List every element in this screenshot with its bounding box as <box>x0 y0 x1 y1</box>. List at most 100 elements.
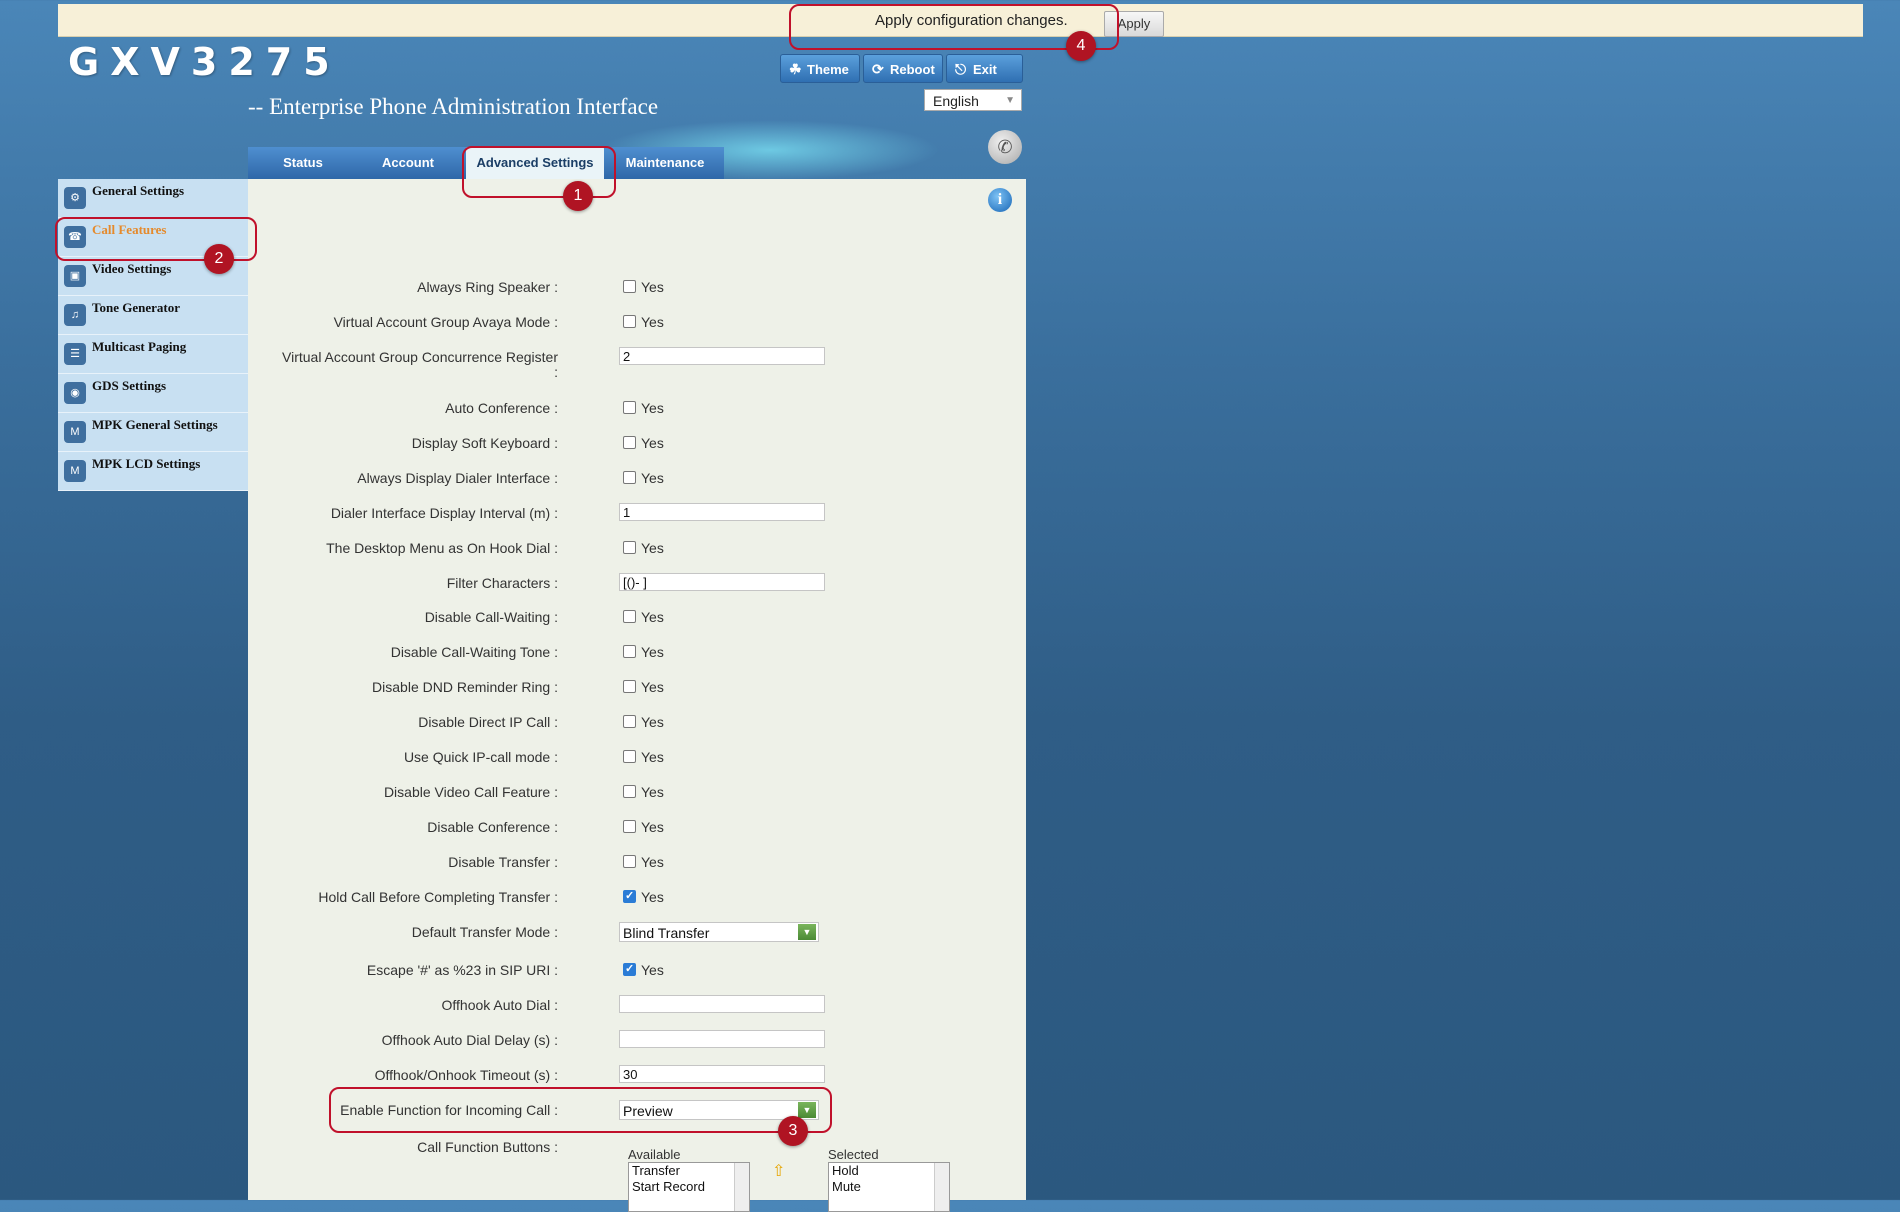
disable-direct-ip-call-checkbox[interactable] <box>623 715 636 728</box>
sidebar-item-label: Video Settings <box>92 261 172 276</box>
yes-label: Yes <box>641 470 664 486</box>
music-note-icon: ♫ <box>64 304 86 326</box>
yes-label: Yes <box>641 435 664 451</box>
field-label: The Desktop Menu as On Hook Dial : <box>326 540 558 556</box>
theme-button[interactable]: ☘ Theme <box>780 54 860 83</box>
reboot-label: Reboot <box>890 62 935 77</box>
avaya-mode-checkbox[interactable] <box>623 315 636 328</box>
disable-transfer-checkbox[interactable] <box>623 855 636 868</box>
row-hold-call-transfer: Hold Call Before Completing Transfer : Y… <box>248 889 1026 911</box>
row-disable-call-waiting: Disable Call-Waiting : Yes <box>248 609 1026 631</box>
language-select[interactable]: English ▼ <box>924 89 1022 111</box>
disable-call-waiting-checkbox[interactable] <box>623 610 636 623</box>
sidebar-item-label: MPK General Settings <box>92 417 218 432</box>
yes-label: Yes <box>641 540 664 556</box>
offhook-onhook-timeout-input[interactable]: 30 <box>619 1065 825 1083</box>
row-default-transfer-mode: Default Transfer Mode : Blind Transfer ▼ <box>248 922 1026 946</box>
scrollbar[interactable] <box>734 1163 749 1211</box>
callout-box-advanced-settings <box>462 146 616 198</box>
list-item[interactable]: Mute <box>829 1179 949 1195</box>
row-offhook-onhook-timeout: Offhook/Onhook Timeout (s) : 30 <box>248 1065 1026 1089</box>
callout-number-2: 2 <box>204 244 234 274</box>
tab-status[interactable]: Status <box>248 147 358 179</box>
mpk-icon: M <box>64 421 86 443</box>
disable-video-call-checkbox[interactable] <box>623 785 636 798</box>
quick-ip-call-checkbox[interactable] <box>623 750 636 763</box>
hold-call-transfer-checkbox[interactable] <box>623 889 636 903</box>
tab-account[interactable]: Account <box>358 147 458 179</box>
offhook-auto-dial-input[interactable] <box>619 995 825 1013</box>
field-label: Virtual Account Group Avaya Mode : <box>333 314 558 330</box>
list-item[interactable]: Hold <box>829 1163 949 1179</box>
concurrence-register-input[interactable]: 2 <box>619 347 825 365</box>
reboot-button[interactable]: ⟳ Reboot <box>863 54 943 83</box>
reboot-icon: ⟳ <box>872 61 884 77</box>
selected-list[interactable]: Hold Mute <box>828 1162 950 1212</box>
sidebar-item-label: Tone Generator <box>92 300 180 315</box>
scrollbar[interactable] <box>934 1163 949 1211</box>
theme-label: Theme <box>807 62 849 77</box>
row-disable-direct-ip-call: Disable Direct IP Call : Yes <box>248 714 1026 736</box>
available-list[interactable]: Transfer Start Record <box>628 1162 750 1212</box>
disable-dnd-reminder-checkbox[interactable] <box>623 680 636 693</box>
yes-label: Yes <box>641 279 664 295</box>
info-icon[interactable]: i <box>988 188 1012 212</box>
row-offhook-auto-dial: Offhook Auto Dial : <box>248 995 1026 1019</box>
field-label: Display Soft Keyboard : <box>411 435 558 451</box>
field-label: Hold Call Before Completing Transfer : <box>318 889 558 905</box>
field-label: Auto Conference : <box>445 400 558 416</box>
select-value: Blind Transfer <box>623 925 710 941</box>
theme-icon: ☘ <box>789 61 802 77</box>
row-disable-transfer: Disable Transfer : Yes <box>248 854 1026 876</box>
dialer-interval-input[interactable]: 1 <box>619 503 825 521</box>
offhook-auto-dial-delay-input[interactable] <box>619 1030 825 1048</box>
yes-label: Yes <box>641 609 664 625</box>
sidebar-item-multicast-paging[interactable]: ☰ Multicast Paging <box>58 335 248 374</box>
field-label: Offhook Auto Dial : <box>441 997 558 1013</box>
row-desktop-menu: The Desktop Menu as On Hook Dial : Yes <box>248 540 1026 562</box>
sidebar-item-gds-settings[interactable]: ◉ GDS Settings <box>58 374 248 413</box>
field-label: Filter Characters : <box>446 575 558 591</box>
page-subtitle: -- Enterprise Phone Administration Inter… <box>248 94 659 119</box>
filter-characters-input[interactable]: [()- ] <box>619 573 825 591</box>
yes-label: Yes <box>641 314 664 330</box>
soft-keyboard-checkbox[interactable] <box>623 436 636 449</box>
field-label: Disable Direct IP Call : <box>418 714 558 730</box>
mpk-icon: M <box>64 460 86 482</box>
row-filter-characters: Filter Characters : [()- ] <box>248 573 1026 597</box>
tab-maintenance[interactable]: Maintenance <box>606 147 724 179</box>
escape-hash-checkbox[interactable] <box>623 962 636 976</box>
field-label: Offhook/Onhook Timeout (s) : <box>374 1067 558 1083</box>
dialer-interface-checkbox[interactable] <box>623 471 636 484</box>
move-up-arrow-icon[interactable]: ⇧ <box>772 1161 785 1181</box>
sidebar-item-general-settings[interactable]: ⚙ General Settings <box>58 179 248 218</box>
gear-icon: ⚙ <box>64 187 86 209</box>
disable-call-waiting-tone-checkbox[interactable] <box>623 645 636 658</box>
row-offhook-auto-dial-delay: Offhook Auto Dial Delay (s) : <box>248 1030 1026 1054</box>
default-transfer-mode-select[interactable]: Blind Transfer ▼ <box>619 922 819 942</box>
phone-icon[interactable]: ✆ <box>988 130 1022 164</box>
row-disable-dnd-reminder: Disable DND Reminder Ring : Yes <box>248 679 1026 701</box>
sidebar-item-tone-generator[interactable]: ♫ Tone Generator <box>58 296 248 335</box>
disable-conference-checkbox[interactable] <box>623 820 636 833</box>
sidebar-item-label: General Settings <box>92 183 185 198</box>
sidebar-item-mpk-lcd-settings[interactable]: M MPK LCD Settings <box>58 452 248 491</box>
list-item[interactable]: Transfer <box>629 1163 749 1179</box>
callout-number-3: 3 <box>778 1116 808 1146</box>
list-item[interactable]: Start Record <box>629 1179 749 1195</box>
exit-button[interactable]: ⎋ Exit <box>946 54 1023 83</box>
available-label: Available <box>628 1147 681 1162</box>
desktop-menu-checkbox[interactable] <box>623 541 636 554</box>
row-disable-video-call: Disable Video Call Feature : Yes <box>248 784 1026 806</box>
field-label: Always Ring Speaker : <box>417 279 558 295</box>
yes-label: Yes <box>641 644 664 660</box>
always-ring-speaker-checkbox[interactable] <box>623 280 636 293</box>
product-logo: GXV3275 <box>68 40 341 84</box>
callout-number-4: 4 <box>1066 31 1096 61</box>
field-label: Offhook Auto Dial Delay (s) : <box>381 1032 558 1048</box>
row-disable-call-waiting-tone: Disable Call-Waiting Tone : Yes <box>248 644 1026 666</box>
auto-conference-checkbox[interactable] <box>623 401 636 414</box>
video-icon: ▣ <box>64 265 86 287</box>
sidebar-item-mpk-general-settings[interactable]: M MPK General Settings <box>58 413 248 452</box>
field-label: Always Display Dialer Interface : <box>357 470 558 486</box>
